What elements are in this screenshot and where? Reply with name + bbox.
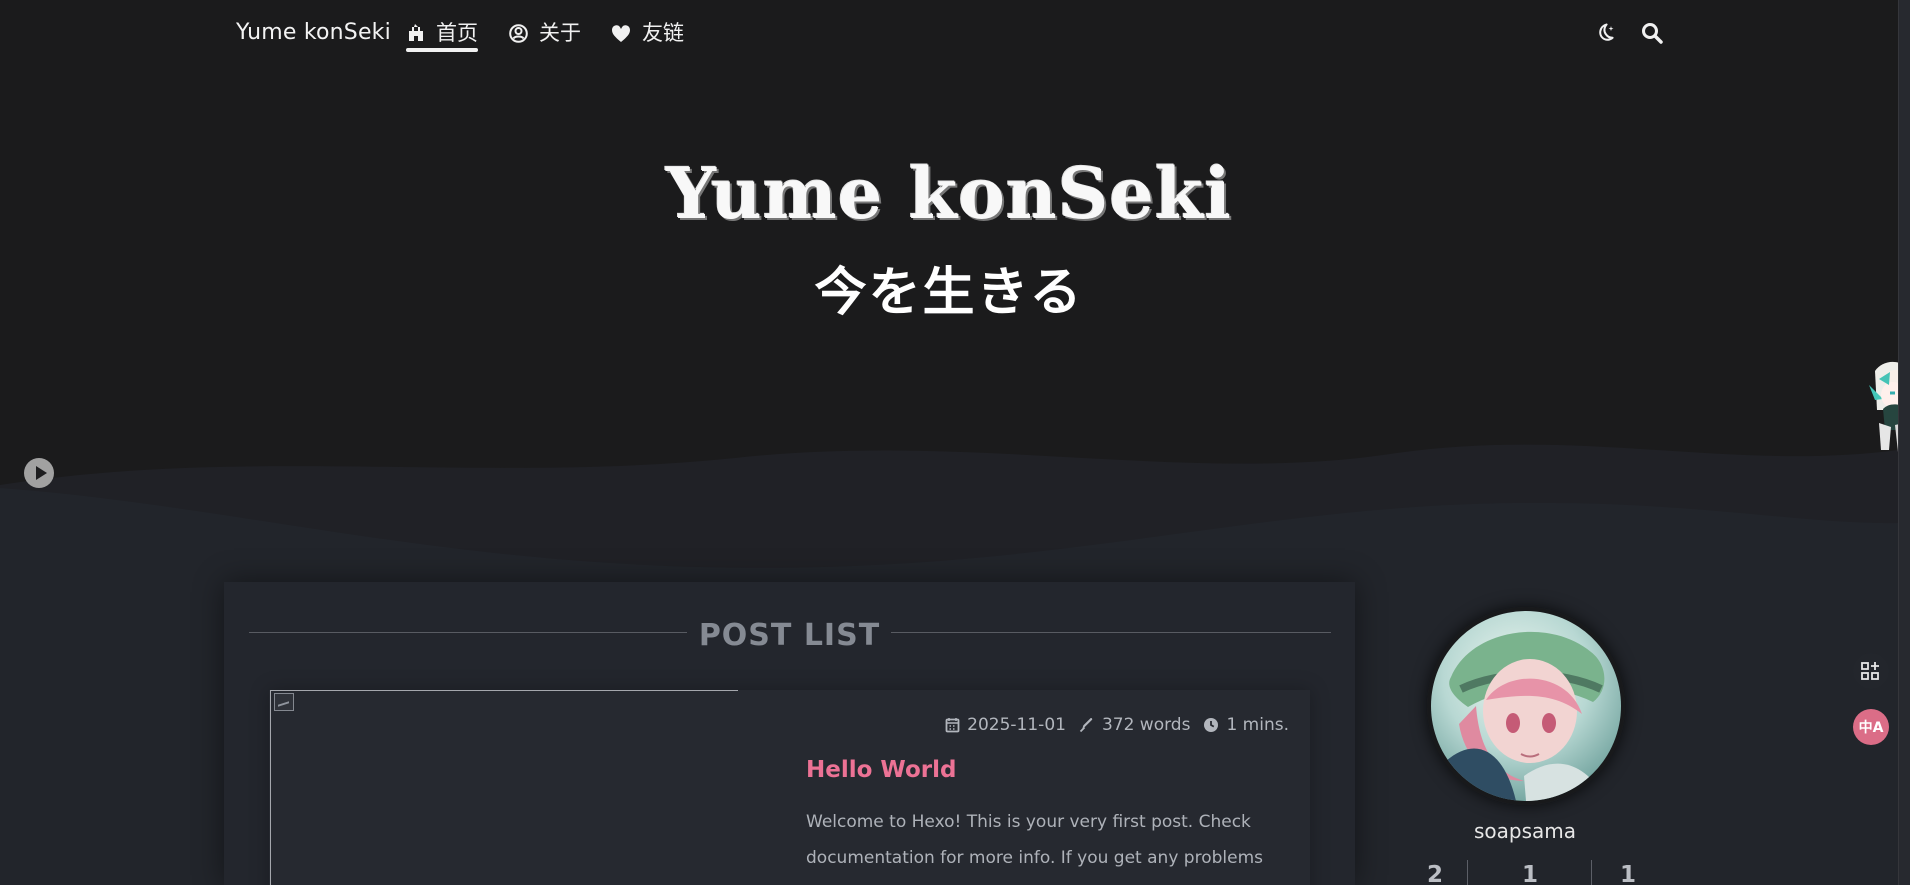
- nav-home-label: 首页: [436, 21, 478, 45]
- nav-about-label: 关于: [539, 21, 581, 45]
- nav-friend-links[interactable]: 友链: [610, 18, 684, 52]
- user-circle-icon: [509, 24, 528, 43]
- post-list-heading: POST LIST: [698, 618, 881, 653]
- post-card[interactable]: 2025-11-01 372 words 1 mins. Hello World…: [269, 690, 1310, 885]
- post-list-panel: POST LIST 2025-11-01 372 words 1 mins. H…: [224, 582, 1355, 885]
- post-word-count: 372 words: [1101, 715, 1191, 735]
- hero-wave: [0, 444, 1898, 575]
- post-reading-time-text: 1 mins.: [1226, 715, 1289, 735]
- window-right-border: [1898, 0, 1910, 885]
- post-title[interactable]: Hello World: [806, 755, 956, 785]
- post-words: 372 words: [1079, 715, 1191, 735]
- castle-icon: [409, 24, 423, 41]
- profile-avatar[interactable]: [1427, 607, 1625, 805]
- nav-about[interactable]: 关于: [508, 18, 581, 52]
- calendar-icon: [945, 718, 960, 733]
- widget-add-icon[interactable]: [1853, 653, 1889, 689]
- pen-icon: [1079, 717, 1093, 733]
- stats-divider: [1591, 860, 1592, 885]
- post-date-text: 2025-11-01: [967, 715, 1066, 735]
- profile-stats: 2 1 1: [1400, 860, 1670, 885]
- profile-name: soapsama: [1473, 819, 1577, 843]
- post-cover-image[interactable]: [270, 690, 738, 885]
- post-date: 2025-11-01: [945, 715, 1066, 735]
- heading-divider-right: [891, 632, 1331, 633]
- post-reading-time: 1 mins.: [1203, 715, 1289, 735]
- profile-stat-tags[interactable]: 1: [1593, 862, 1663, 885]
- translate-button[interactable]: 中A: [1853, 709, 1889, 745]
- nav-home[interactable]: 首页: [406, 18, 478, 52]
- search-icon[interactable]: [1638, 19, 1666, 47]
- hero-title: Yume konSeki: [665, 152, 1233, 235]
- post-excerpt: Welcome to Hexo! This is your very first…: [806, 812, 1263, 885]
- active-nav-underline: [406, 48, 478, 52]
- profile-stat-categories[interactable]: 1: [1495, 862, 1565, 885]
- stats-divider: [1467, 860, 1468, 885]
- heart-icon: [612, 25, 630, 42]
- top-navigation: Yume konSeki 首页 关于 友链: [0, 0, 1898, 70]
- hero-banner: Yume konSeki 今を生きる: [0, 0, 1898, 575]
- post-meta: 2025-11-01 372 words 1 mins.: [945, 714, 1289, 736]
- blog-homepage: Yume konSeki 今を生きる Yume konSeki 首页 关于 友链…: [0, 0, 1910, 885]
- nav-friend-links-label: 友链: [642, 21, 684, 45]
- clock-icon: [1204, 718, 1219, 732]
- profile-stat-posts[interactable]: 2: [1400, 862, 1470, 885]
- broken-image-icon: [274, 693, 294, 711]
- play-icon[interactable]: [24, 458, 54, 488]
- site-title[interactable]: Yume konSeki: [236, 18, 391, 48]
- hero-subtitle: 今を生きる: [814, 262, 1084, 323]
- moon-icon[interactable]: [1592, 19, 1620, 47]
